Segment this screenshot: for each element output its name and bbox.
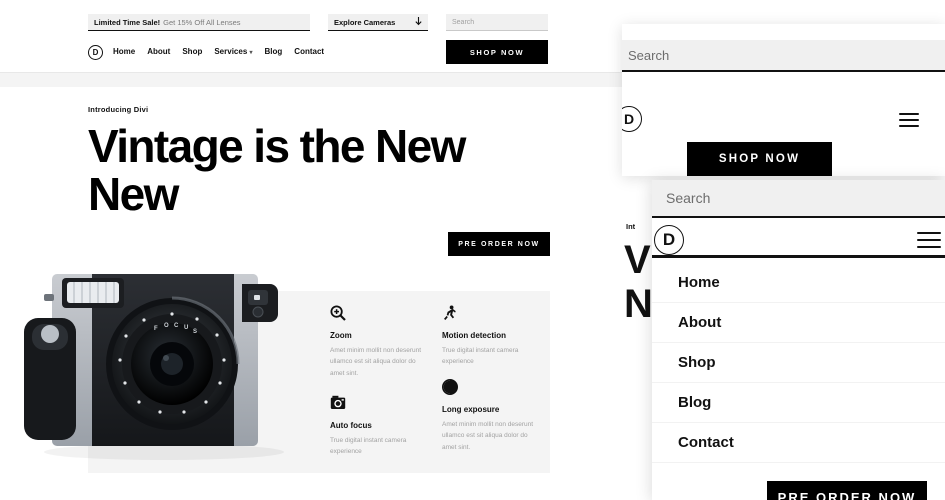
long-exposure-contrast-icon (442, 379, 542, 397)
nav-item-blog[interactable]: Blog (265, 47, 283, 56)
peek-hero-eyebrow: Int (626, 222, 636, 231)
svg-text:C: C (174, 323, 179, 329)
header-gray-strip (0, 73, 633, 87)
hamburger-bar (917, 245, 941, 248)
desktop-utility-bar: Limited Time Sale! Get 15% Off All Lense… (0, 0, 633, 34)
feature-title: Zoom (330, 331, 352, 340)
mobile-menu-item-contact[interactable]: Contact (652, 423, 945, 463)
mobile-menu-item-about[interactable]: About (652, 303, 945, 343)
hamburger-menu-icon[interactable] (899, 113, 919, 127)
search-input[interactable]: Search (446, 14, 548, 31)
feature-item-long-exposure: Long exposure Amet minim mollit non dese… (442, 379, 542, 453)
mobile-menu-item-shop[interactable]: Shop (652, 343, 945, 383)
mobile-search-placeholder: Search (666, 190, 711, 206)
peek-hero-title-line1: V (624, 238, 651, 282)
site-logo[interactable]: D (88, 45, 103, 60)
motion-detection-icon (442, 305, 542, 323)
announcement-text: Get 15% Off All Lenses (163, 17, 241, 27)
hamburger-bar (917, 238, 941, 242)
feature-item-motion-detection: Motion detection True digital instant ca… (442, 305, 542, 368)
tablet-shop-now-button[interactable]: SHOP NOW (687, 142, 832, 176)
hero-section: Introducing Divi Vintage is the New New (88, 105, 538, 219)
nav-item-shop[interactable]: Shop (182, 47, 202, 56)
zoom-in-icon (330, 305, 430, 323)
auto-focus-camera-icon (330, 395, 430, 413)
feature-body: True digital instant camera experience (442, 347, 519, 366)
feature-title: Auto focus (330, 421, 372, 430)
nav-item-contact[interactable]: Contact (294, 47, 324, 56)
feature-item-zoom: Zoom Amet minim mollit non deserunt ulla… (330, 305, 430, 379)
nav-item-services-label: Services (214, 47, 248, 56)
tablet-viewport: Search D SHOP NOW (622, 24, 945, 176)
hamburger-bar (899, 119, 919, 121)
search-placeholder: Search (452, 18, 475, 26)
pre-order-button[interactable]: PRE ORDER NOW (448, 232, 550, 256)
feature-item-auto-focus: Auto focus True digital instant camera e… (330, 395, 430, 458)
announcement-banner: Limited Time Sale! Get 15% Off All Lense… (88, 14, 310, 31)
feature-title: Long exposure (442, 405, 500, 414)
mobile-site-logo[interactable]: D (654, 225, 684, 255)
explore-cameras-dropdown[interactable]: Explore Cameras (328, 14, 428, 31)
svg-text:S: S (193, 329, 197, 335)
down-arrow-icon (415, 16, 422, 28)
feature-list: Zoom Amet minim mollit non deserunt ulla… (330, 305, 550, 465)
mobile-menu-item-blog[interactable]: Blog (652, 383, 945, 423)
hamburger-bar (899, 113, 919, 115)
primary-navigation: Home About Shop Services ▾ Blog Contact (113, 47, 324, 56)
nav-item-services[interactable]: Services ▾ (214, 47, 252, 56)
mobile-menu-list: Home About Shop Blog Contact (652, 263, 945, 463)
tablet-search-input[interactable]: Search (622, 40, 945, 72)
explore-cameras-label: Explore Cameras (334, 17, 396, 27)
svg-text:O: O (164, 323, 169, 329)
mobile-menu-item-home[interactable]: Home (652, 263, 945, 303)
peek-hero-title-line2: N (624, 282, 653, 326)
shop-now-button[interactable]: SHOP NOW (446, 40, 548, 64)
announcement-bold-text: Limited Time Sale! (94, 17, 161, 27)
nav-item-about[interactable]: About (147, 47, 170, 56)
feature-body: True digital instant camera experience (330, 437, 407, 456)
mobile-viewport: Search D Home About Shop Blog Contact PR… (652, 180, 945, 500)
feature-title: Motion detection (442, 331, 506, 340)
hero-eyebrow: Introducing Divi (88, 105, 149, 114)
hamburger-bar (899, 125, 919, 127)
feature-body: Amet minim mollit non deserunt ullamco e… (330, 347, 422, 377)
desktop-viewport: Limited Time Sale! Get 15% Off All Lense… (0, 0, 633, 500)
tablet-search-placeholder: Search (628, 47, 670, 63)
mobile-navbar (652, 220, 945, 258)
hamburger-bar (917, 232, 941, 235)
tablet-site-logo[interactable]: D (622, 106, 642, 132)
page-title: Vintage is the New New (88, 120, 466, 221)
nav-item-home[interactable]: Home (113, 47, 135, 56)
mobile-search-input[interactable]: Search (652, 180, 945, 218)
mobile-pre-order-button[interactable]: PRE ORDER NOW (767, 481, 927, 500)
feature-body: Amet minim mollit non deserunt ullamco e… (442, 421, 534, 451)
svg-text:U: U (184, 325, 188, 331)
chevron-down-icon: ▾ (249, 50, 253, 56)
svg-text:F: F (154, 326, 158, 332)
instant-camera-image: FO C US (24, 274, 284, 460)
hamburger-menu-icon[interactable] (917, 232, 941, 248)
